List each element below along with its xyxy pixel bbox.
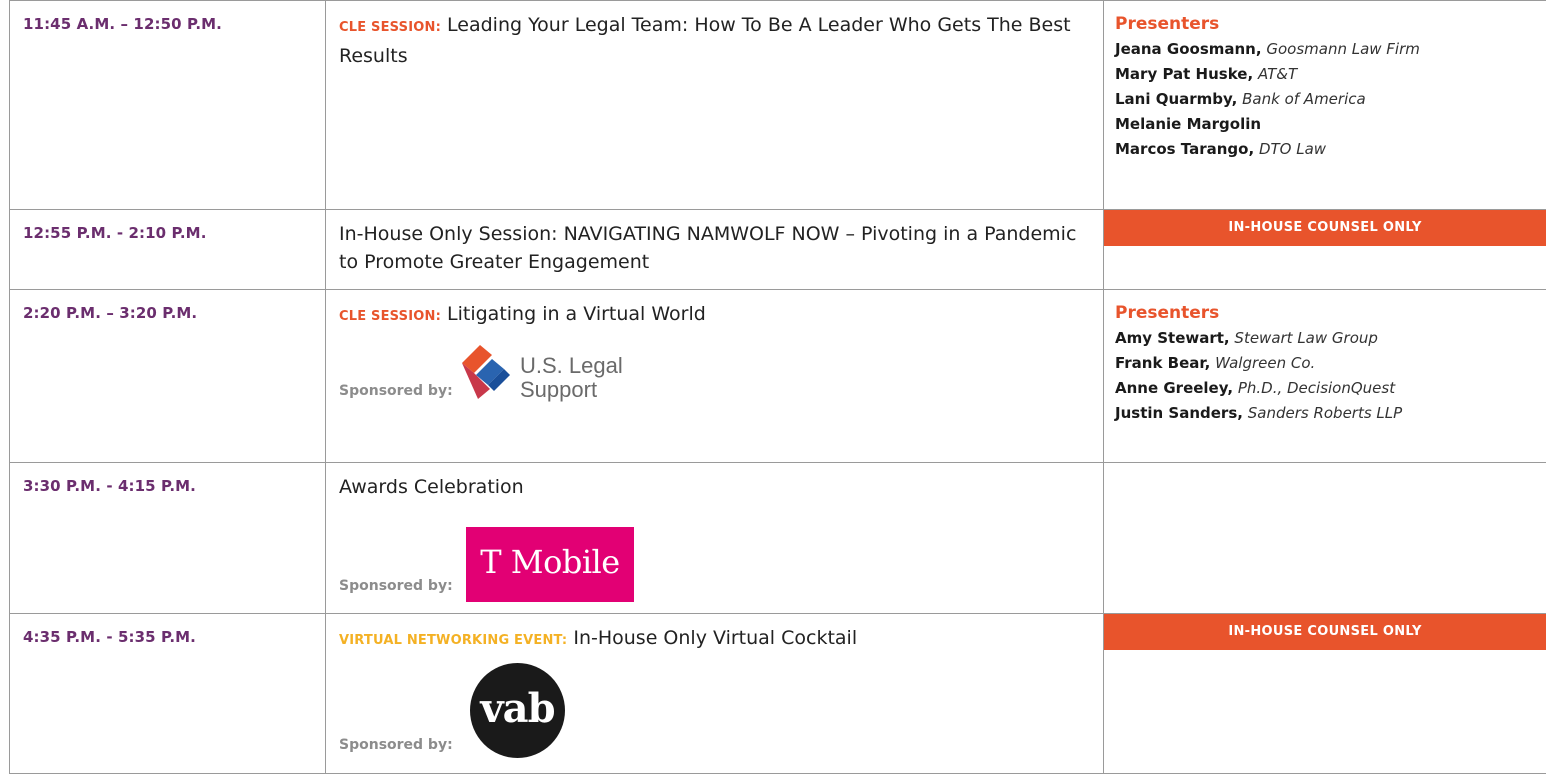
presenter-name: Lani Quarmby, — [1115, 90, 1237, 108]
session-title-block: In-House Only Session: NAVIGATING NAMWOL… — [326, 210, 1103, 276]
time-cell: 4:35 P.M. - 5:35 P.M. — [10, 614, 326, 774]
presenter-organization: Ph.D., DecisionQuest — [1238, 379, 1395, 397]
session-cell: Awards Celebration Sponsored by: T Mobil… — [326, 463, 1104, 614]
table-row: 2:20 P.M. – 3:20 P.M. CLE SESSION: Litig… — [10, 290, 1546, 463]
in-house-only-banner: IN-HOUSE COUNSEL ONLY — [1104, 614, 1546, 650]
sponsor-block: Sponsored by: T Mobile — [326, 526, 1103, 606]
presenter-name: Justin Sanders, — [1115, 404, 1243, 422]
session-time: 2:20 P.M. – 3:20 P.M. — [10, 290, 325, 322]
table-row: 11:45 A.M. – 12:50 P.M. CLE SESSION: Lea… — [10, 1, 1546, 210]
presenters-heading: Presenters — [1115, 11, 1536, 37]
presenter: Melanie Margolin — [1115, 112, 1536, 137]
presenter: Jeana Goosmann, Goosmann Law Firm — [1115, 37, 1536, 62]
time-cell: 11:45 A.M. – 12:50 P.M. — [10, 1, 326, 210]
sponsor-block: Sponsored by: vab — [326, 660, 1103, 760]
presenter-organization: Stewart Law Group — [1234, 329, 1378, 347]
presenter-name: Anne Greeley, — [1115, 379, 1233, 397]
presenter-name: Amy Stewart, — [1115, 329, 1230, 347]
session-title-block: VIRTUAL NETWORKING EVENT: In-House Only … — [326, 614, 1103, 655]
in-house-only-banner: IN-HOUSE COUNSEL ONLY — [1104, 210, 1546, 246]
presenters-list: Presenters Jeana Goosmann, Goosmann Law … — [1104, 1, 1546, 162]
t-mobile-logo-text: T Mobile — [466, 543, 634, 581]
sponsor-block: Sponsored by: U.S. Legal Support — [326, 339, 1103, 439]
session-title-block: CLE SESSION: Leading Your Legal Team: Ho… — [326, 1, 1103, 70]
table-row: 4:35 P.M. - 5:35 P.M. VIRTUAL NETWORKING… — [10, 614, 1546, 774]
sponsored-by-label: Sponsored by: — [339, 737, 453, 753]
session-title: Litigating in a Virtual World — [447, 303, 706, 325]
presenter: Frank Bear, Walgreen Co. — [1115, 351, 1536, 376]
presenter-organization: AT&T — [1258, 65, 1297, 83]
session-time: 3:30 P.M. - 4:15 P.M. — [10, 463, 325, 495]
session-type-tag: CLE SESSION: — [339, 20, 441, 35]
presenters-heading: Presenters — [1115, 300, 1536, 326]
presenter-organization: Goosmann Law Firm — [1266, 40, 1420, 58]
audience-cell: IN-HOUSE COUNSEL ONLY — [1104, 210, 1546, 290]
time-cell: 3:30 P.M. - 4:15 P.M. — [10, 463, 326, 614]
session-cell: VIRTUAL NETWORKING EVENT: In-House Only … — [326, 614, 1104, 774]
presenter-organization: Sanders Roberts LLP — [1248, 404, 1402, 422]
presenter-name: Mary Pat Huske, — [1115, 65, 1253, 83]
session-title-block: Awards Celebration — [326, 463, 1103, 501]
vab-logo: vab — [470, 663, 565, 758]
audience-cell: IN-HOUSE COUNSEL ONLY — [1104, 614, 1546, 774]
agenda-table: 11:45 A.M. – 12:50 P.M. CLE SESSION: Lea… — [9, 0, 1546, 774]
time-cell: 2:20 P.M. – 3:20 P.M. — [10, 290, 326, 463]
presenter-name: Melanie Margolin — [1115, 115, 1261, 133]
session-cell: CLE SESSION: Litigating in a Virtual Wor… — [326, 290, 1104, 463]
session-title: Awards Celebration — [339, 476, 524, 498]
presenter-name: Marcos Tarango, — [1115, 140, 1254, 158]
session-title-block: CLE SESSION: Litigating in a Virtual Wor… — [326, 290, 1103, 331]
presenter: Mary Pat Huske, AT&T — [1115, 62, 1536, 87]
presenter-name: Frank Bear, — [1115, 354, 1210, 372]
session-type-tag: VIRTUAL NETWORKING EVENT: — [339, 633, 567, 648]
presenter-organization: Bank of America — [1242, 90, 1366, 108]
presenters-list: Presenters Amy Stewart, Stewart Law Grou… — [1104, 290, 1546, 426]
sponsored-by-label: Sponsored by: — [339, 383, 453, 399]
us-legal-support-logo: U.S. Legal Support — [452, 339, 652, 409]
session-type-tag: CLE SESSION: — [339, 309, 441, 324]
us-legal-logo-line1: U.S. Legal — [520, 353, 623, 378]
presenter: Marcos Tarango, DTO Law — [1115, 137, 1536, 162]
agenda-schedule: 11:45 A.M. – 12:50 P.M. CLE SESSION: Lea… — [9, 0, 1546, 774]
session-cell: CLE SESSION: Leading Your Legal Team: Ho… — [326, 1, 1104, 210]
t-mobile-logo: T Mobile — [466, 527, 634, 602]
vab-logo-text: vab — [470, 685, 565, 732]
empty-cell — [1104, 463, 1546, 614]
presenters-cell: Presenters Jeana Goosmann, Goosmann Law … — [1104, 1, 1546, 210]
presenter-name: Jeana Goosmann, — [1115, 40, 1262, 58]
session-time: 11:45 A.M. – 12:50 P.M. — [10, 1, 325, 33]
table-row: 3:30 P.M. - 4:15 P.M. Awards Celebration… — [10, 463, 1546, 614]
us-legal-logo-line2: Support — [520, 377, 597, 402]
presenter-organization: DTO Law — [1259, 140, 1326, 158]
session-title: In-House Only Session: NAVIGATING NAMWOL… — [339, 223, 1076, 273]
presenter: Justin Sanders, Sanders Roberts LLP — [1115, 401, 1536, 426]
session-title: In-House Only Virtual Cocktail — [573, 627, 857, 649]
presenter-organization: Walgreen Co. — [1215, 354, 1315, 372]
session-time: 4:35 P.M. - 5:35 P.M. — [10, 614, 325, 646]
session-title: Leading Your Legal Team: How To Be A Lea… — [339, 14, 1071, 67]
presenters-cell: Presenters Amy Stewart, Stewart Law Grou… — [1104, 290, 1546, 463]
time-cell: 12:55 P.M. - 2:10 P.M. — [10, 210, 326, 290]
presenter: Anne Greeley, Ph.D., DecisionQuest — [1115, 376, 1536, 401]
presenter: Amy Stewart, Stewart Law Group — [1115, 326, 1536, 351]
sponsored-by-label: Sponsored by: — [339, 578, 453, 594]
session-time: 12:55 P.M. - 2:10 P.M. — [10, 210, 325, 242]
presenter: Lani Quarmby, Bank of America — [1115, 87, 1536, 112]
session-cell: In-House Only Session: NAVIGATING NAMWOL… — [326, 210, 1104, 290]
table-row: 12:55 P.M. - 2:10 P.M. In-House Only Ses… — [10, 210, 1546, 290]
